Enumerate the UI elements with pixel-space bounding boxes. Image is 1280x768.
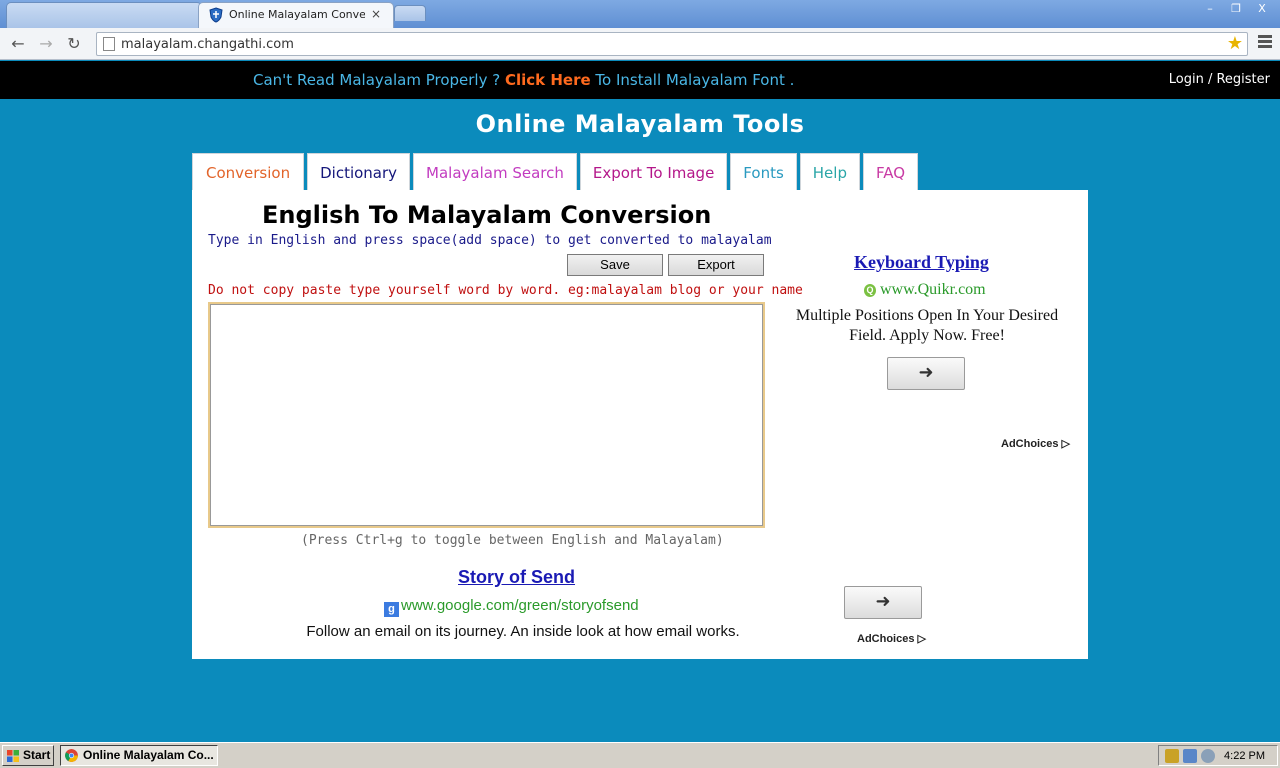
tool-tabs: Conversion Dictionary Malayalam Search E… bbox=[192, 153, 921, 190]
minimize-button[interactable]: – bbox=[1198, 2, 1222, 16]
chrome-menu-icon[interactable] bbox=[1258, 35, 1272, 51]
login-register-link[interactable]: Login / Register bbox=[1169, 72, 1270, 87]
font-notice: Can't Read Malayalam Properly ? Click He… bbox=[253, 71, 794, 89]
tab-faq[interactable]: FAQ bbox=[862, 153, 919, 190]
site-title: Online Malayalam Tools bbox=[475, 110, 805, 138]
ad-bottom-arrow-button[interactable]: ➜ bbox=[844, 586, 922, 619]
adchoices-icon: ▷ bbox=[1061, 438, 1070, 450]
close-window-button[interactable]: X bbox=[1250, 2, 1274, 16]
font-notice-post: To Install Malayalam Font . bbox=[590, 71, 795, 89]
taskbar-item-label: Online Malayalam Co... bbox=[83, 748, 214, 762]
windows-taskbar: Start Online Malayalam Co... 4:22 PM bbox=[0, 742, 1280, 768]
tab-help[interactable]: Help bbox=[799, 153, 860, 190]
bookmark-star-icon[interactable]: ★ bbox=[1227, 33, 1243, 54]
chrome-icon bbox=[65, 749, 78, 762]
adchoices-label[interactable]: AdChoices ▷ bbox=[1001, 437, 1070, 450]
export-button[interactable]: Export bbox=[668, 254, 764, 276]
main-panel: English To Malayalam Conversion Type in … bbox=[192, 190, 1088, 659]
ad-quikr-url-text: www.Quikr.com bbox=[880, 281, 986, 298]
start-label: Start bbox=[23, 748, 51, 762]
google-logo-icon: g bbox=[384, 602, 399, 617]
ad-google-url[interactable]: g www.google.com/green/storyofsend bbox=[384, 597, 639, 617]
page-title: English To Malayalam Conversion bbox=[262, 201, 712, 229]
browser-tab-title: Online Malayalam Converter bbox=[229, 8, 365, 21]
forward-arrow-icon[interactable]: → bbox=[36, 34, 56, 54]
tray-security-icon[interactable] bbox=[1165, 749, 1179, 763]
address-bar[interactable]: malayalam.changathi.com ★ bbox=[96, 32, 1248, 56]
site-topbar: Can't Read Malayalam Properly ? Click He… bbox=[0, 61, 1280, 99]
taskbar-item-chrome[interactable]: Online Malayalam Co... bbox=[60, 745, 218, 766]
ad-google-url-text: www.google.com/green/storyofsend bbox=[401, 597, 639, 614]
start-button[interactable]: Start bbox=[2, 745, 54, 766]
toggle-hint: (Press Ctrl+g to toggle between English … bbox=[301, 533, 724, 548]
browser-tab-inactive[interactable] bbox=[6, 2, 202, 28]
tab-dictionary[interactable]: Dictionary bbox=[307, 153, 411, 190]
save-button[interactable]: Save bbox=[567, 254, 663, 276]
adchoices-bottom-text: AdChoices bbox=[857, 633, 915, 645]
clock: 4:22 PM bbox=[1224, 750, 1265, 762]
url-text[interactable]: malayalam.changathi.com bbox=[121, 37, 294, 52]
quikr-logo-icon: Q bbox=[864, 284, 876, 297]
tray-volume-icon[interactable] bbox=[1201, 749, 1215, 763]
ad-keyboard-typing-title[interactable]: Keyboard Typing bbox=[854, 252, 989, 273]
system-tray: 4:22 PM bbox=[1158, 745, 1278, 766]
ad-story-of-send-text: Follow an email on its journey. An insid… bbox=[306, 623, 740, 640]
adchoices-text: AdChoices bbox=[1001, 438, 1059, 450]
adchoices-bottom-icon: ▷ bbox=[917, 633, 926, 645]
back-arrow-icon[interactable]: ← bbox=[8, 34, 28, 54]
page-icon bbox=[103, 37, 115, 51]
browser-toolbar: ← → ↻ malayalam.changathi.com ★ bbox=[0, 28, 1280, 60]
browser-titlebar: Online Malayalam Converter × – ❐ X bbox=[0, 0, 1280, 28]
ad-arrow-button[interactable]: ➜ bbox=[887, 357, 965, 390]
install-font-link[interactable]: Click Here bbox=[505, 71, 591, 89]
tab-conversion[interactable]: Conversion bbox=[192, 153, 305, 190]
ad-quikr-text: Multiple Positions Open In Your Desired … bbox=[795, 307, 1059, 344]
reload-icon[interactable]: ↻ bbox=[64, 34, 84, 54]
tab-close-icon[interactable]: × bbox=[371, 7, 381, 21]
ad-quikr-url[interactable]: Qwww.Quikr.com bbox=[864, 281, 986, 299]
window-controls: – ❐ X bbox=[1198, 2, 1274, 16]
tab-malayalam-search[interactable]: Malayalam Search bbox=[413, 153, 577, 190]
restore-button[interactable]: ❐ bbox=[1224, 2, 1248, 16]
shield-favicon-icon bbox=[209, 7, 223, 23]
windows-logo-icon bbox=[7, 750, 19, 762]
ad-story-of-send-title[interactable]: Story of Send bbox=[458, 567, 575, 588]
tab-fonts[interactable]: Fonts bbox=[730, 153, 797, 190]
instructions-text: Type in English and press space(add spac… bbox=[208, 233, 772, 248]
conversion-textarea[interactable] bbox=[208, 302, 765, 528]
warning-text: Do not copy paste type yourself word by … bbox=[208, 283, 803, 298]
browser-tab-active[interactable]: Online Malayalam Converter × bbox=[198, 2, 394, 28]
adchoices-bottom-label[interactable]: AdChoices ▷ bbox=[857, 632, 926, 645]
new-tab-button[interactable] bbox=[394, 5, 426, 21]
textarea-value[interactable] bbox=[210, 304, 763, 526]
tab-export-to-image[interactable]: Export To Image bbox=[579, 153, 728, 190]
tray-network-icon[interactable] bbox=[1183, 749, 1197, 763]
font-notice-pre: Can't Read Malayalam Properly ? bbox=[253, 71, 505, 89]
